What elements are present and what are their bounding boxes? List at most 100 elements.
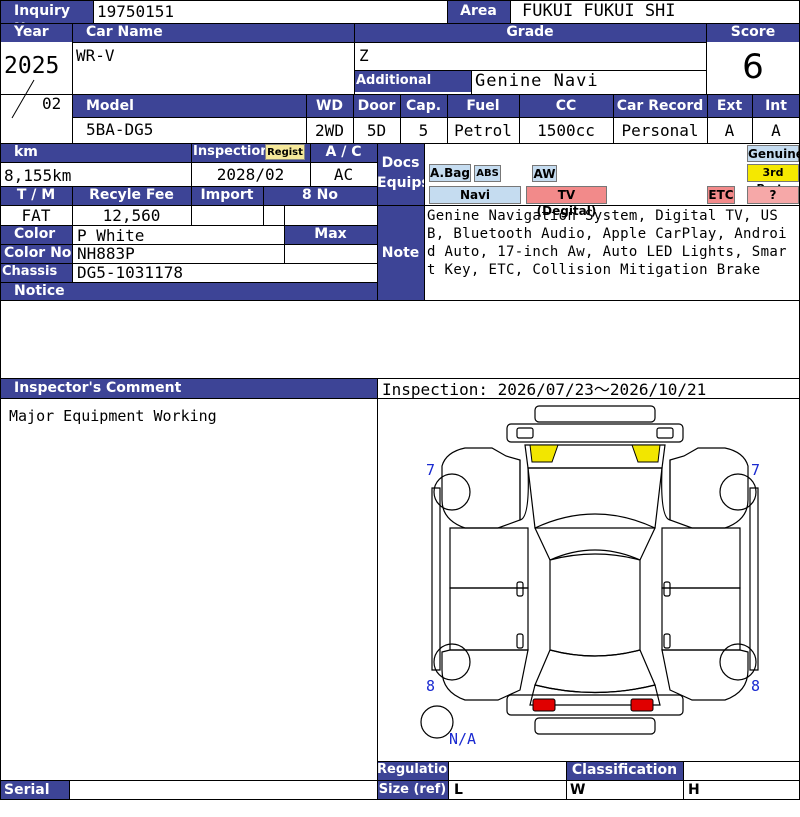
regist-badge: Regist [265, 144, 305, 160]
recycle-fee-label: Recyle Fee [72, 186, 191, 205]
ext-value: A [724, 121, 735, 140]
int-label: Int [752, 94, 800, 117]
serial-no-label: Serial No [0, 781, 69, 816]
note-label: Note [377, 205, 424, 300]
tire-depth-rear-right: 8 [751, 677, 761, 695]
year-slash [11, 79, 35, 119]
tire-depth-front-right: 7 [751, 461, 761, 479]
color-no-value: NH883P [77, 244, 135, 263]
left-front-fender [441, 447, 521, 529]
docs-equips-label: Docs Equips [377, 143, 430, 205]
tm-label: T / M [0, 186, 72, 205]
right-front-door [661, 527, 741, 589]
equip-etc: ETC [707, 186, 735, 204]
color-value: P White [77, 226, 145, 245]
recycle-fee-value: 12,560 [102, 206, 161, 225]
cap-value: 5 [418, 121, 429, 140]
area-value: FUKUI FUKUI SHI [522, 1, 676, 21]
inquiry-no-value: 19750151 [97, 2, 175, 21]
tm-value: FAT [21, 206, 51, 225]
fuel-value: Petrol [454, 121, 512, 140]
equips-label: Equips [377, 175, 430, 191]
rear-bumper [534, 717, 656, 735]
tire-depth-rear-left: 8 [426, 677, 436, 695]
windshield [534, 513, 656, 561]
classification-label: Classification [566, 761, 683, 780]
comment-value: Major Equipment Working [9, 407, 217, 425]
equip-abs: ABS [474, 165, 501, 182]
left-rocker [431, 487, 441, 671]
right-tail-light [630, 698, 654, 712]
equip-tv-digital: TV (Degital) [526, 186, 607, 218]
equip-third-party: 3rd Party [747, 164, 799, 195]
front-left-wheel [433, 473, 471, 511]
inspectors-comment-label: Inspector's Comment [0, 378, 377, 398]
car-name-label: Car Name [72, 23, 354, 42]
additional-grade-value: Genine Navi [475, 71, 599, 91]
right-rear-door [661, 587, 741, 651]
left-rear-quarter [441, 649, 529, 701]
regulation-label: Regulation [377, 761, 456, 780]
area-label: Area [447, 0, 510, 23]
size-h-label: H [688, 782, 700, 798]
equip-unknown: ? [747, 186, 799, 204]
ext-label: Ext [707, 94, 752, 117]
chassis-no-label: Chassis No [0, 263, 72, 297]
chassis-no-value: DG5-1031178 [77, 263, 183, 282]
tire-depth-front-left: 7 [426, 461, 436, 479]
color-label: Color [0, 225, 72, 244]
cc-value: 1500cc [537, 121, 595, 140]
equip-aw: AW [532, 165, 557, 182]
wd-value: 2WD [315, 121, 344, 140]
inspection-value: 2028/02 [216, 165, 285, 184]
score-label: Score [706, 23, 800, 42]
note-value: Genine Navigation System, Digital TV, US… [427, 208, 787, 278]
size-w-label: W [570, 782, 586, 798]
door-label: Door [353, 94, 400, 117]
fuel-label: Fuel [447, 94, 519, 117]
left-front-door [449, 527, 529, 589]
equip-genuine: Genuine [747, 145, 800, 162]
model-label: Model [72, 94, 306, 117]
ac-value: AC [333, 165, 354, 184]
spare-tire-status: N/A [449, 730, 477, 748]
grade-label: Grade [354, 23, 706, 42]
score-value: 6 [742, 47, 764, 87]
equip-navi: Navi [429, 186, 521, 204]
km-value: 8,155km [4, 166, 72, 185]
right-headlight [631, 444, 661, 463]
car-record-value: Personal [621, 121, 699, 140]
notice-label: Notice [0, 282, 377, 300]
cc-label: CC [519, 94, 613, 117]
equip-airbag: A.Bag [429, 164, 471, 182]
right-rocker [749, 487, 759, 671]
ac-label: A / C [310, 143, 377, 162]
roof [549, 553, 641, 657]
car-name-value: WR-V [76, 46, 115, 65]
left-rear-door [449, 587, 529, 651]
size-l-label: L [454, 782, 463, 798]
hood [527, 467, 663, 529]
additional-grade-label: Additional Grade [354, 70, 471, 106]
int-value: A [771, 121, 781, 140]
car-record-label: Car Record [613, 94, 707, 117]
year-label: Year [0, 23, 72, 42]
grade-value: Z [359, 46, 369, 65]
docs-label: Docs [381, 155, 420, 171]
size-ref-label: Size (ref) [377, 781, 448, 800]
color-no-label: Color No [0, 244, 72, 263]
rear-glass [534, 649, 656, 694]
eight-no-label: 8 No [263, 186, 377, 205]
max-payload-label: Max Payload [284, 225, 377, 260]
left-tail-light [532, 698, 556, 712]
model-value: 5BA-DG5 [86, 120, 154, 139]
km-label: km [0, 143, 191, 162]
vehicle-condition-diagram [420, 405, 759, 739]
right-rear-quarter [661, 649, 749, 701]
door-value: 5D [366, 121, 387, 140]
wd-label: WD [306, 94, 353, 117]
inspection-period: Inspection: 2026/07/23～2026/10/21 [382, 380, 707, 399]
front-bumper [534, 405, 656, 423]
right-front-fender [669, 447, 749, 529]
inquiry-no-label: Inquiry No [0, 0, 93, 37]
